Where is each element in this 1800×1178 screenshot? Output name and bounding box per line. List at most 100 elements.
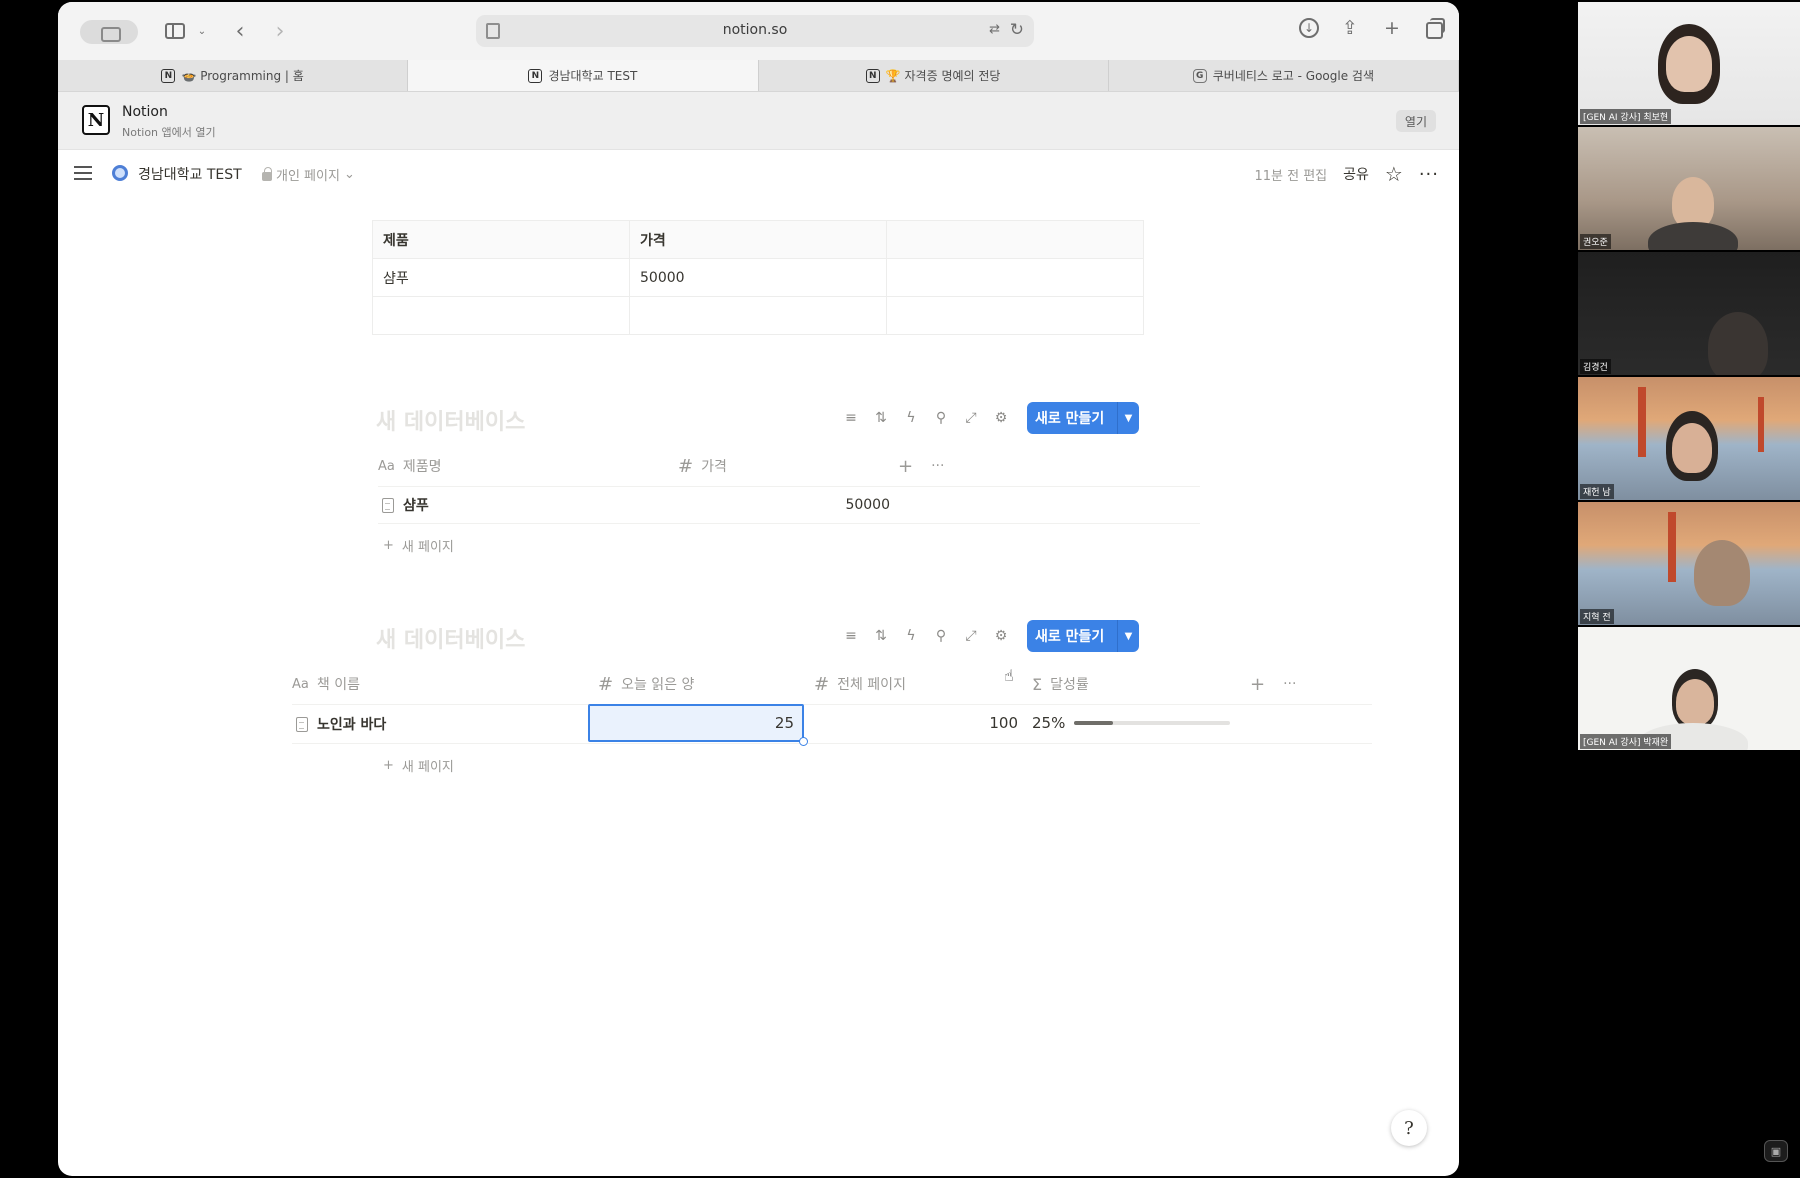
table-cell[interactable]: 샴푸 — [372, 258, 630, 297]
participant-tile[interactable]: 지혁 전 — [1578, 502, 1800, 625]
column-header[interactable]: # 오늘 읽은 양 — [598, 674, 814, 695]
more-options-icon[interactable]: ··· — [1283, 676, 1296, 692]
download-icon[interactable]: ↓ — [1299, 18, 1319, 38]
notion-topbar: 경남대학교 TEST 개인 페이지 ⌄ 11분 전 편집 공유 ☆ ··· — [58, 150, 1459, 196]
table-row[interactable]: 샴푸 50000 — [378, 486, 1200, 524]
table-cell[interactable] — [372, 296, 630, 335]
document-icon — [382, 497, 394, 513]
favorite-star-icon[interactable]: ☆ — [1385, 162, 1403, 186]
column-header[interactable]: Aa 책 이름 — [292, 674, 598, 694]
column-name: 책 이름 — [316, 677, 360, 693]
table-cell[interactable] — [886, 220, 1144, 259]
sort-icon[interactable]: ⇅ — [874, 628, 888, 644]
column-header[interactable]: Σ 달성률 — [1032, 674, 1250, 694]
tab-programming[interactable]: N 🍲 Programming | 홈 — [58, 60, 409, 91]
row-title[interactable]: 샴푸 — [403, 495, 429, 515]
expand-icon[interactable]: ⤢ — [964, 410, 978, 426]
back-icon[interactable]: ‹ — [230, 18, 250, 44]
row-title[interactable]: 노인과 바다 — [317, 714, 386, 734]
chevron-down-icon[interactable]: ▼ — [1118, 413, 1139, 424]
fill-handle[interactable] — [799, 737, 808, 746]
table-row: 샴푸 50000 — [372, 258, 1144, 297]
column-name: 전체 페이지 — [837, 677, 906, 693]
sort-icon[interactable]: ⇅ — [874, 410, 888, 426]
participant-tile[interactable]: 김경건 — [1578, 252, 1800, 375]
page-emoji-icon[interactable] — [112, 165, 128, 181]
automation-icon[interactable]: ϟ — [904, 628, 918, 644]
screen-share-icon[interactable]: ▣ — [1764, 1140, 1788, 1162]
notion-favicon-icon: N — [865, 68, 880, 83]
settings-icon[interactable]: ⚙ — [994, 628, 1008, 644]
expand-icon[interactable]: ⤢ — [964, 628, 978, 644]
translate-icon[interactable]: ⇄ — [989, 22, 1000, 37]
open-in-app-banner: N Notion Notion 앱에서 열기 열기 — [58, 92, 1459, 150]
share-button[interactable]: 공유 — [1343, 164, 1369, 184]
filter-icon[interactable]: ≡ — [844, 628, 858, 644]
total-pages-cell[interactable]: 100 — [818, 714, 1018, 732]
help-button[interactable]: ? — [1391, 1110, 1427, 1146]
banner-subtitle: Notion 앱에서 열기 — [122, 126, 216, 139]
more-options-icon[interactable]: ··· — [1419, 164, 1439, 185]
address-bar[interactable]: notion.so ⇄ ↻ — [476, 15, 1034, 47]
participant-name: 권오준 — [1580, 234, 1611, 249]
new-tab-icon[interactable]: + — [1381, 16, 1403, 40]
table-cell[interactable] — [886, 258, 1144, 297]
table-cell[interactable] — [886, 296, 1144, 335]
table-cell[interactable]: 50000 — [629, 258, 887, 297]
new-page-button[interactable]: + 새 페이지 — [383, 756, 454, 775]
column-name: 가격 — [701, 459, 727, 475]
new-entry-button[interactable]: 새로 만들기 ▼ — [1027, 620, 1139, 652]
achievement-value[interactable]: 25% — [1032, 714, 1065, 732]
tab-overview-icon[interactable] — [1423, 16, 1445, 40]
column-header[interactable]: # 전체 페이지 — [814, 674, 1032, 695]
table-row: 제품 가격 — [372, 220, 1144, 259]
url-text: notion.so — [722, 22, 788, 38]
sidebar-toggle-icon[interactable] — [164, 18, 186, 44]
formula-type-icon: Σ — [1032, 674, 1043, 694]
column-name: 제품명 — [402, 459, 442, 475]
visibility-selector[interactable]: 개인 페이지 ⌄ — [262, 165, 355, 184]
participant-tile[interactable]: [GEN AI 강사] 박재완 — [1578, 627, 1800, 750]
table-cell[interactable]: 제품 — [372, 220, 630, 259]
chevron-down-icon[interactable]: ▼ — [1118, 631, 1139, 642]
tab-gyeongnam-test[interactable]: N 경남대학교 TEST — [408, 60, 759, 91]
tab-certification-hall[interactable]: N 🏆 자격증 명예의 전당 — [759, 60, 1109, 91]
more-options-icon[interactable]: ··· — [931, 458, 944, 474]
new-entry-button[interactable]: 새로 만들기 ▼ — [1027, 402, 1139, 434]
add-column-icon[interactable]: + — [1250, 674, 1265, 695]
open-app-button[interactable]: 열기 — [1395, 110, 1436, 132]
breadcrumb-page-title[interactable]: 경남대학교 TEST — [138, 164, 242, 184]
database-title[interactable]: 새 데이터베이스 — [376, 622, 525, 654]
add-column-icon[interactable]: + — [898, 456, 913, 477]
database-title[interactable]: 새 데이터베이스 — [376, 404, 525, 436]
search-icon[interactable]: ⚲ — [934, 628, 948, 644]
notion-logo-icon: N — [82, 105, 110, 135]
new-page-button[interactable]: + 새 페이지 — [383, 536, 454, 555]
share-icon[interactable]: ⇪ — [1339, 16, 1361, 40]
participant-body — [1648, 222, 1738, 250]
search-icon[interactable]: ⚲ — [934, 410, 948, 426]
table-cell[interactable] — [629, 296, 887, 335]
chevron-down-icon[interactable]: ⌄ — [196, 18, 208, 44]
price-cell[interactable]: 50000 — [678, 497, 890, 513]
participant-tile[interactable]: [GEN AI 강사] 최보현 — [1578, 2, 1800, 125]
reload-icon[interactable]: ↻ — [1010, 20, 1024, 40]
tab-google-search[interactable]: G 쿠버네티스 로고 - Google 검색 — [1109, 60, 1459, 91]
column-header[interactable]: # 가격 — [678, 456, 898, 477]
participant-tile[interactable]: 권오준 — [1578, 127, 1800, 250]
participant-tile[interactable]: 재헌 남 — [1578, 377, 1800, 500]
forward-icon[interactable]: › — [270, 18, 290, 44]
column-header[interactable]: Aa 제품명 — [378, 456, 678, 476]
menu-icon[interactable] — [74, 166, 92, 180]
read-today-cell[interactable]: 25 — [588, 704, 804, 742]
achievement-progress-bar — [1074, 721, 1230, 725]
participant-name: 지혁 전 — [1580, 609, 1614, 624]
automation-icon[interactable]: ϟ — [904, 410, 918, 426]
last-edited[interactable]: 11분 전 편집 — [1254, 165, 1327, 184]
filter-icon[interactable]: ≡ — [844, 410, 858, 426]
profile-switcher[interactable] — [80, 20, 138, 44]
browser-toolbar: ⌄ ‹ › notion.so ⇄ ↻ ↓ ⇪ + — [58, 2, 1459, 60]
settings-icon[interactable]: ⚙ — [994, 410, 1008, 426]
participant-video — [1694, 540, 1750, 606]
table-cell[interactable]: 가격 — [629, 220, 887, 259]
